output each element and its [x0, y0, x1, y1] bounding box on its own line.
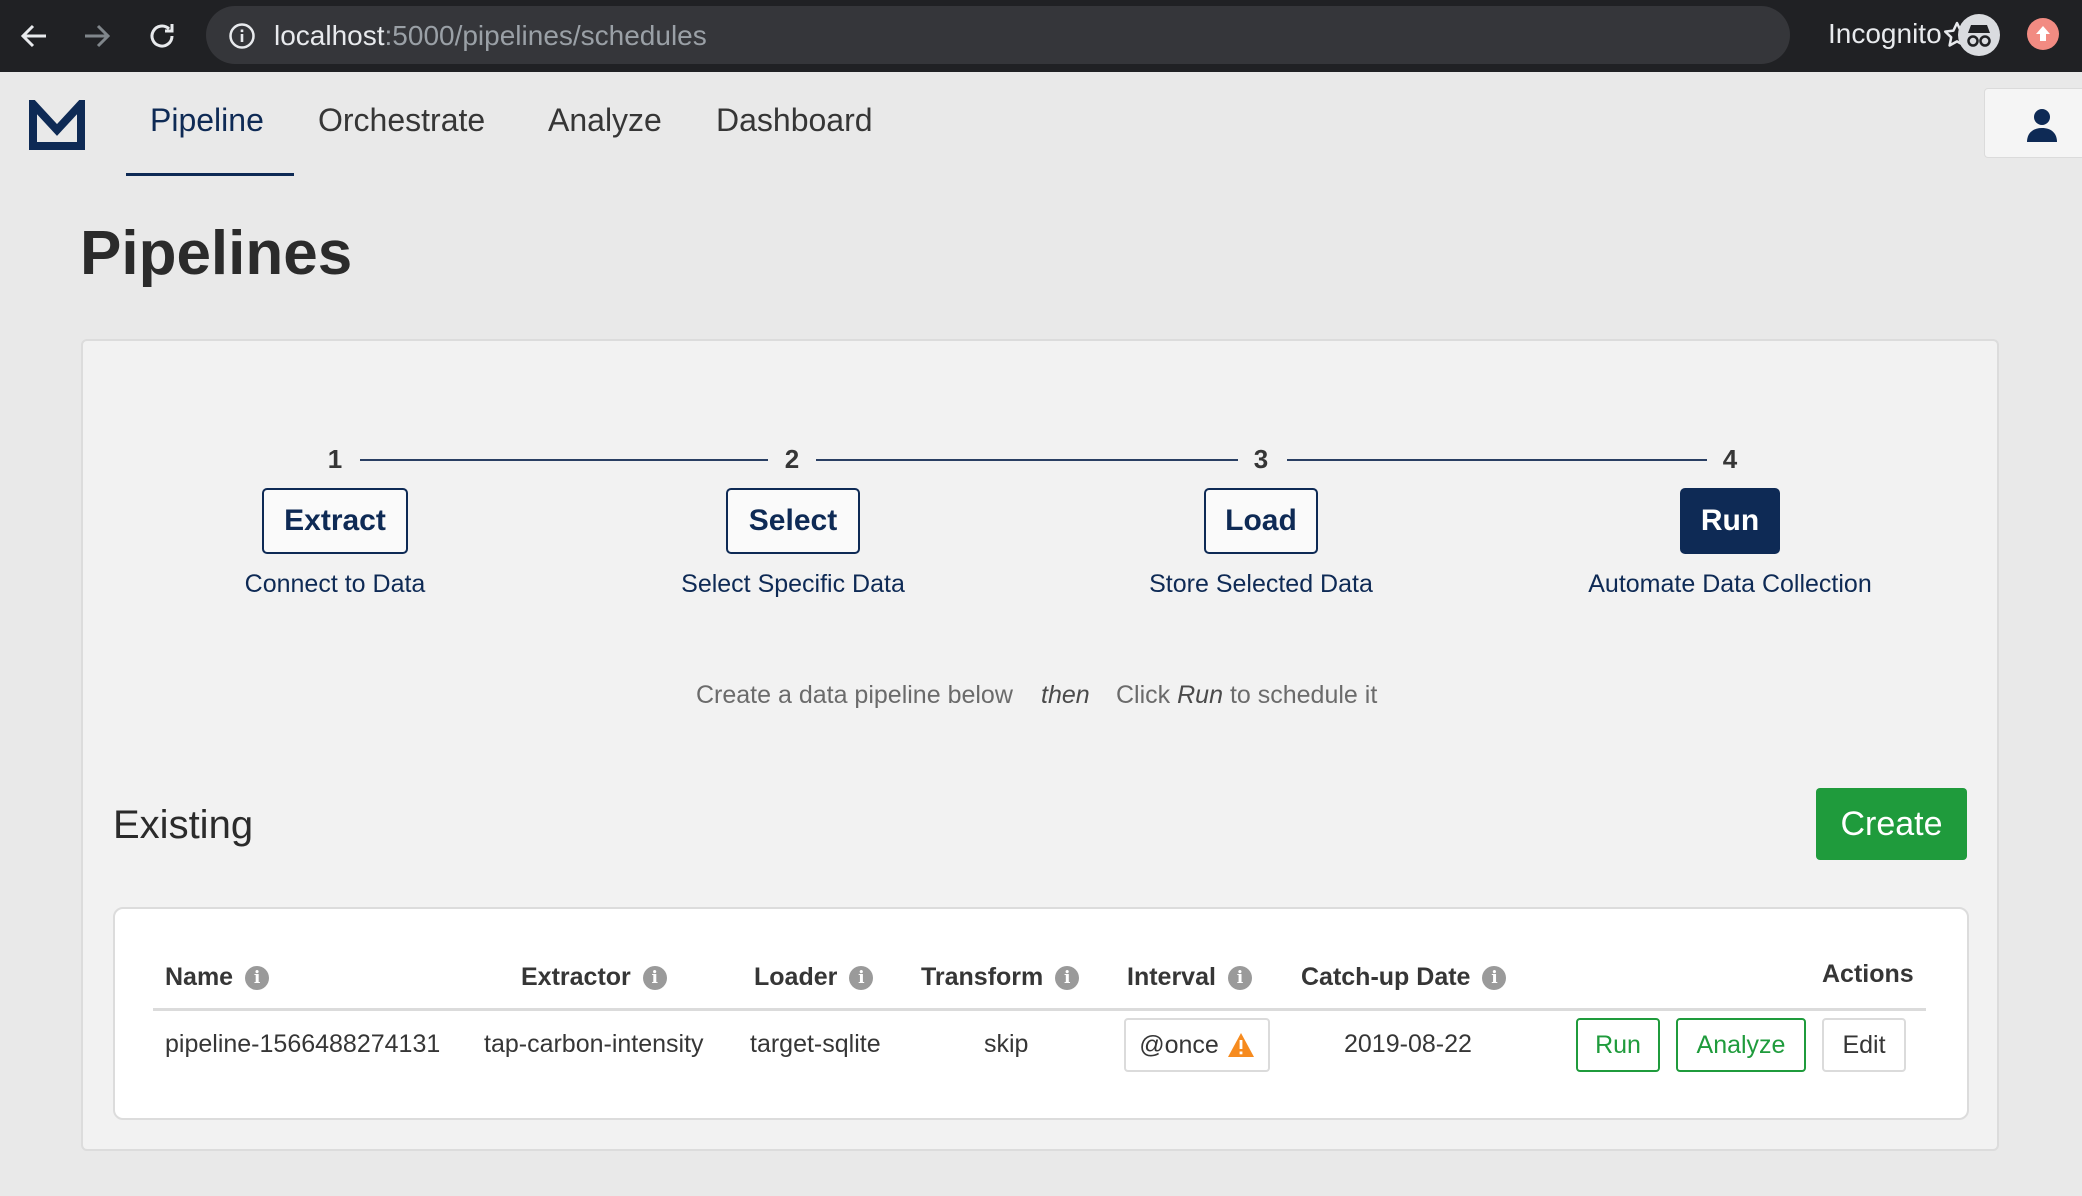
tab-dashboard[interactable]: Dashboard [716, 102, 873, 139]
interval-value: @once [1139, 1030, 1219, 1059]
step-connector [1287, 459, 1707, 461]
hint-then: then [1041, 681, 1090, 709]
column-header-interval: Interval i [1127, 963, 1252, 992]
step-subtitle: Connect to Data [244, 570, 426, 598]
reload-icon[interactable] [140, 14, 184, 58]
info-icon[interactable]: i [1482, 965, 1507, 990]
step-connector [360, 459, 768, 461]
hint-text-then: then [1041, 681, 1090, 710]
incognito-icon[interactable] [1958, 14, 2000, 56]
column-header-extractor: Extractor i [521, 963, 667, 992]
meltano-logo-icon[interactable] [29, 93, 85, 155]
incognito-label: Incognito [1828, 18, 1942, 49]
info-icon[interactable]: i [849, 965, 874, 990]
url-host: localhost [274, 20, 385, 51]
column-header-actions: Actions [1822, 960, 1914, 988]
forward-icon[interactable] [75, 14, 119, 58]
column-header-transform: Transform i [921, 963, 1080, 992]
step-extract-button[interactable]: Extract [262, 488, 408, 554]
app-navbar: Pipeline Orchestrate Analyze Dashboard [0, 72, 2082, 176]
hint-text-create: Create a data pipeline below [696, 681, 1013, 709]
user-menu-button[interactable] [1984, 88, 2082, 158]
info-icon[interactable]: i [642, 965, 667, 990]
step-connector [816, 459, 1238, 461]
info-icon[interactable]: i [1227, 965, 1252, 990]
row-run-button[interactable]: Run [1576, 1018, 1660, 1072]
interval-select[interactable]: @once [1124, 1018, 1270, 1072]
header-label: Extractor [521, 963, 631, 991]
site-info-icon[interactable] [228, 22, 256, 55]
browser-toolbar: localhost:5000/pipelines/schedules Incog… [0, 0, 2082, 72]
step-number: 3 [1253, 444, 1269, 474]
header-label: Transform [921, 963, 1044, 991]
header-label: Name [165, 963, 234, 991]
cell-name: pipeline-1566488274131 [165, 1030, 441, 1058]
back-icon[interactable] [12, 14, 56, 58]
tab-orchestrate[interactable]: Orchestrate [318, 102, 485, 139]
step-number: 4 [1722, 444, 1738, 474]
hint-run: Run [1177, 681, 1223, 709]
info-icon[interactable]: i [1055, 965, 1080, 990]
step-number: 2 [784, 444, 800, 474]
column-header-name: Name i [165, 963, 270, 992]
hint-click: Click [1116, 681, 1171, 709]
info-icon[interactable]: i [245, 965, 270, 990]
header-label: Catch-up Date [1301, 963, 1471, 991]
step-number: 1 [327, 444, 343, 474]
url-path: :5000/pipelines/schedules [384, 20, 707, 51]
cell-loader: target-sqlite [750, 1030, 881, 1058]
page-title: Pipelines [80, 219, 353, 288]
header-label: Interval [1127, 963, 1216, 991]
user-icon [2027, 109, 2057, 142]
column-header-catchup: Catch-up Date i [1301, 963, 1507, 992]
existing-heading: Existing [113, 803, 254, 847]
active-tab-underline [126, 173, 294, 176]
cell-transform: skip [984, 1030, 1029, 1058]
step-subtitle: Select Specific Data [681, 570, 905, 598]
warning-icon [1227, 1033, 1254, 1057]
header-label: Loader [754, 963, 838, 991]
step-run-button[interactable]: Run [1680, 488, 1780, 554]
step-subtitle: Automate Data Collection [1588, 570, 1872, 598]
column-header-loader: Loader i [754, 963, 874, 992]
row-edit-button[interactable]: Edit [1822, 1018, 1906, 1072]
hint-schedule: to schedule it [1229, 681, 1378, 709]
step-subtitle: Store Selected Data [1149, 570, 1373, 598]
row-analyze-button[interactable]: Analyze [1676, 1018, 1806, 1072]
address-bar[interactable]: localhost:5000/pipelines/schedules [206, 6, 1971, 64]
hint-text-click: Click Run to schedule it [1116, 681, 1377, 710]
tab-pipeline[interactable]: Pipeline [150, 102, 264, 139]
create-button[interactable]: Create [1816, 788, 1967, 860]
pipelines-table [113, 907, 1969, 1120]
url-text: localhost:5000/pipelines/schedules [274, 20, 707, 52]
cell-catchup-date: 2019-08-22 [1344, 1030, 1472, 1058]
step-load-button[interactable]: Load [1204, 488, 1318, 554]
cell-extractor: tap-carbon-intensity [484, 1030, 704, 1058]
step-select-button[interactable]: Select [726, 488, 860, 554]
update-icon[interactable] [2027, 18, 2059, 50]
table-header-divider [153, 1008, 1926, 1011]
tab-analyze[interactable]: Analyze [548, 102, 662, 139]
